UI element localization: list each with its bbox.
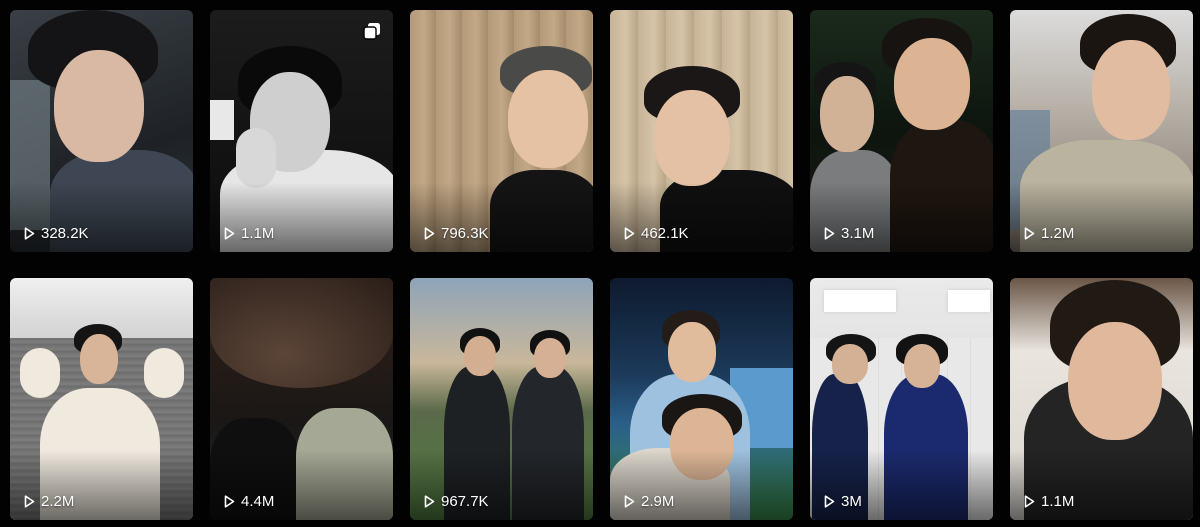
view-count-label: 3.1M (841, 225, 875, 242)
play-icon (824, 495, 835, 508)
view-count-label: 4.4M (241, 493, 275, 510)
view-count: 4.4M (224, 493, 274, 510)
view-count-label: 796.3K (441, 225, 489, 242)
view-count-label: 1.1M (1041, 493, 1075, 510)
play-icon (224, 227, 235, 240)
view-count: 3M (824, 493, 862, 510)
play-icon (424, 227, 435, 240)
view-count-label: 1.2M (1041, 225, 1075, 242)
view-count: 2.2M (24, 493, 74, 510)
multi-photo-icon (363, 23, 380, 40)
view-count: 1.1M (224, 225, 274, 242)
view-count: 3.1M (824, 225, 874, 242)
play-icon (424, 495, 435, 508)
view-count: 462.1K (624, 225, 689, 242)
play-icon (624, 495, 635, 508)
view-count-label: 462.1K (641, 225, 689, 242)
view-count: 796.3K (424, 225, 489, 242)
play-icon (24, 227, 35, 240)
play-icon (624, 227, 635, 240)
view-count-label: 328.2K (41, 225, 89, 242)
view-count: 1.2M (1024, 225, 1074, 242)
video-thumbnail[interactable]: 328.2K (10, 10, 193, 252)
play-icon (224, 495, 235, 508)
play-icon (824, 227, 835, 240)
video-thumbnail[interactable]: 967.7K (410, 278, 593, 520)
view-count: 1.1M (1024, 493, 1074, 510)
video-thumbnail[interactable]: 1.1M (210, 10, 393, 252)
view-count: 2.9M (624, 493, 674, 510)
video-thumbnail[interactable]: 2.2M (10, 278, 193, 520)
video-thumbnail[interactable]: 1.2M (1010, 10, 1193, 252)
view-count: 328.2K (24, 225, 89, 242)
play-icon (24, 495, 35, 508)
view-count-label: 3M (841, 493, 862, 510)
video-thumbnail[interactable]: 3M (810, 278, 993, 520)
video-thumbnail[interactable]: 462.1K (610, 10, 793, 252)
view-count-label: 2.2M (41, 493, 75, 510)
video-thumbnail[interactable]: 796.3K (410, 10, 593, 252)
video-thumbnail[interactable]: 2.9M (610, 278, 793, 520)
view-count-label: 2.9M (641, 493, 675, 510)
video-grid: 328.2K 1.1M 796.3K 462.1K 3.1M 1.2M 2.2M… (10, 10, 1193, 520)
video-thumbnail[interactable]: 3.1M (810, 10, 993, 252)
video-thumbnail[interactable]: 4.4M (210, 278, 393, 520)
view-count-label: 967.7K (441, 493, 489, 510)
play-icon (1024, 227, 1035, 240)
video-thumbnail[interactable]: 1.1M (1010, 278, 1193, 520)
play-icon (1024, 495, 1035, 508)
view-count-label: 1.1M (241, 225, 275, 242)
view-count: 967.7K (424, 493, 489, 510)
